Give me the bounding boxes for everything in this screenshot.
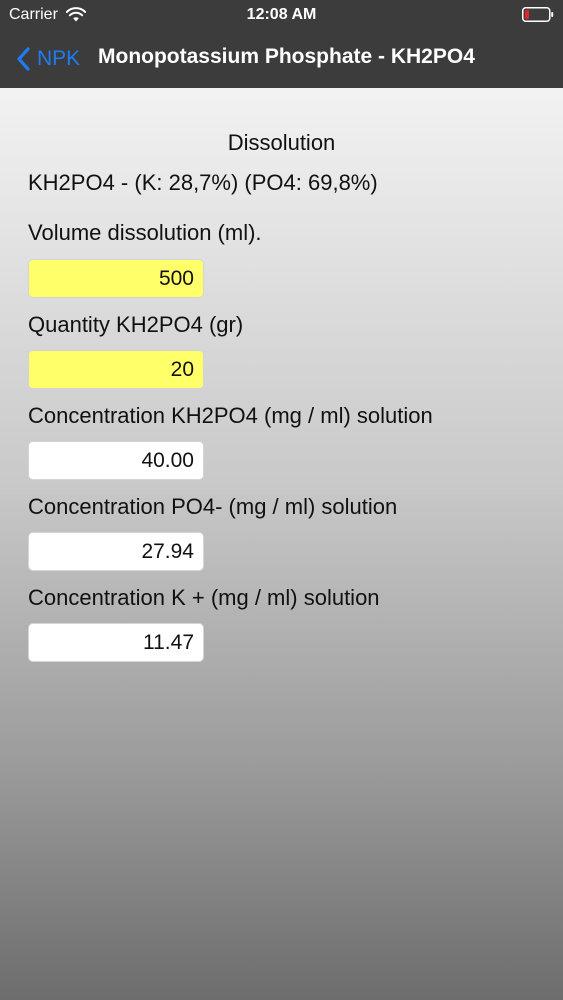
battery-icon (522, 7, 554, 22)
formula-text: KH2PO4 - (K: 28,7%) (PO4: 69,8%) (28, 170, 378, 195)
chevron-left-icon (17, 47, 30, 71)
section-heading: Dissolution (227, 130, 336, 155)
conc-kh2po4-label: Concentration KH2PO4 (mg / ml) solution (28, 403, 433, 428)
conc-po4-field (28, 532, 204, 571)
navigation-bar: NPK Monopotassium Phosphate - KH2PO4 (0, 30, 563, 88)
conc-kh2po4-field (28, 441, 204, 480)
conc-k-field (28, 623, 204, 662)
quantity-label: Quantity KH2PO4 (gr) (28, 312, 244, 337)
volume-label: Volume dissolution (ml). (28, 220, 262, 245)
conc-po4-label: Concentration PO4- (mg / ml) solution (28, 494, 398, 519)
clock-time: 12:08 AM (246, 6, 317, 23)
status-bar: Carrier 12:08 AM (0, 0, 563, 30)
volume-input[interactable] (28, 259, 204, 298)
page-title: Monopotassium Phosphate - KH2PO4 (98, 45, 475, 68)
back-button-label: NPK (37, 47, 81, 70)
quantity-input[interactable] (28, 350, 204, 389)
conc-k-label: Concentration K + (mg / ml) solution (28, 585, 380, 610)
back-button[interactable]: NPK (16, 43, 80, 75)
